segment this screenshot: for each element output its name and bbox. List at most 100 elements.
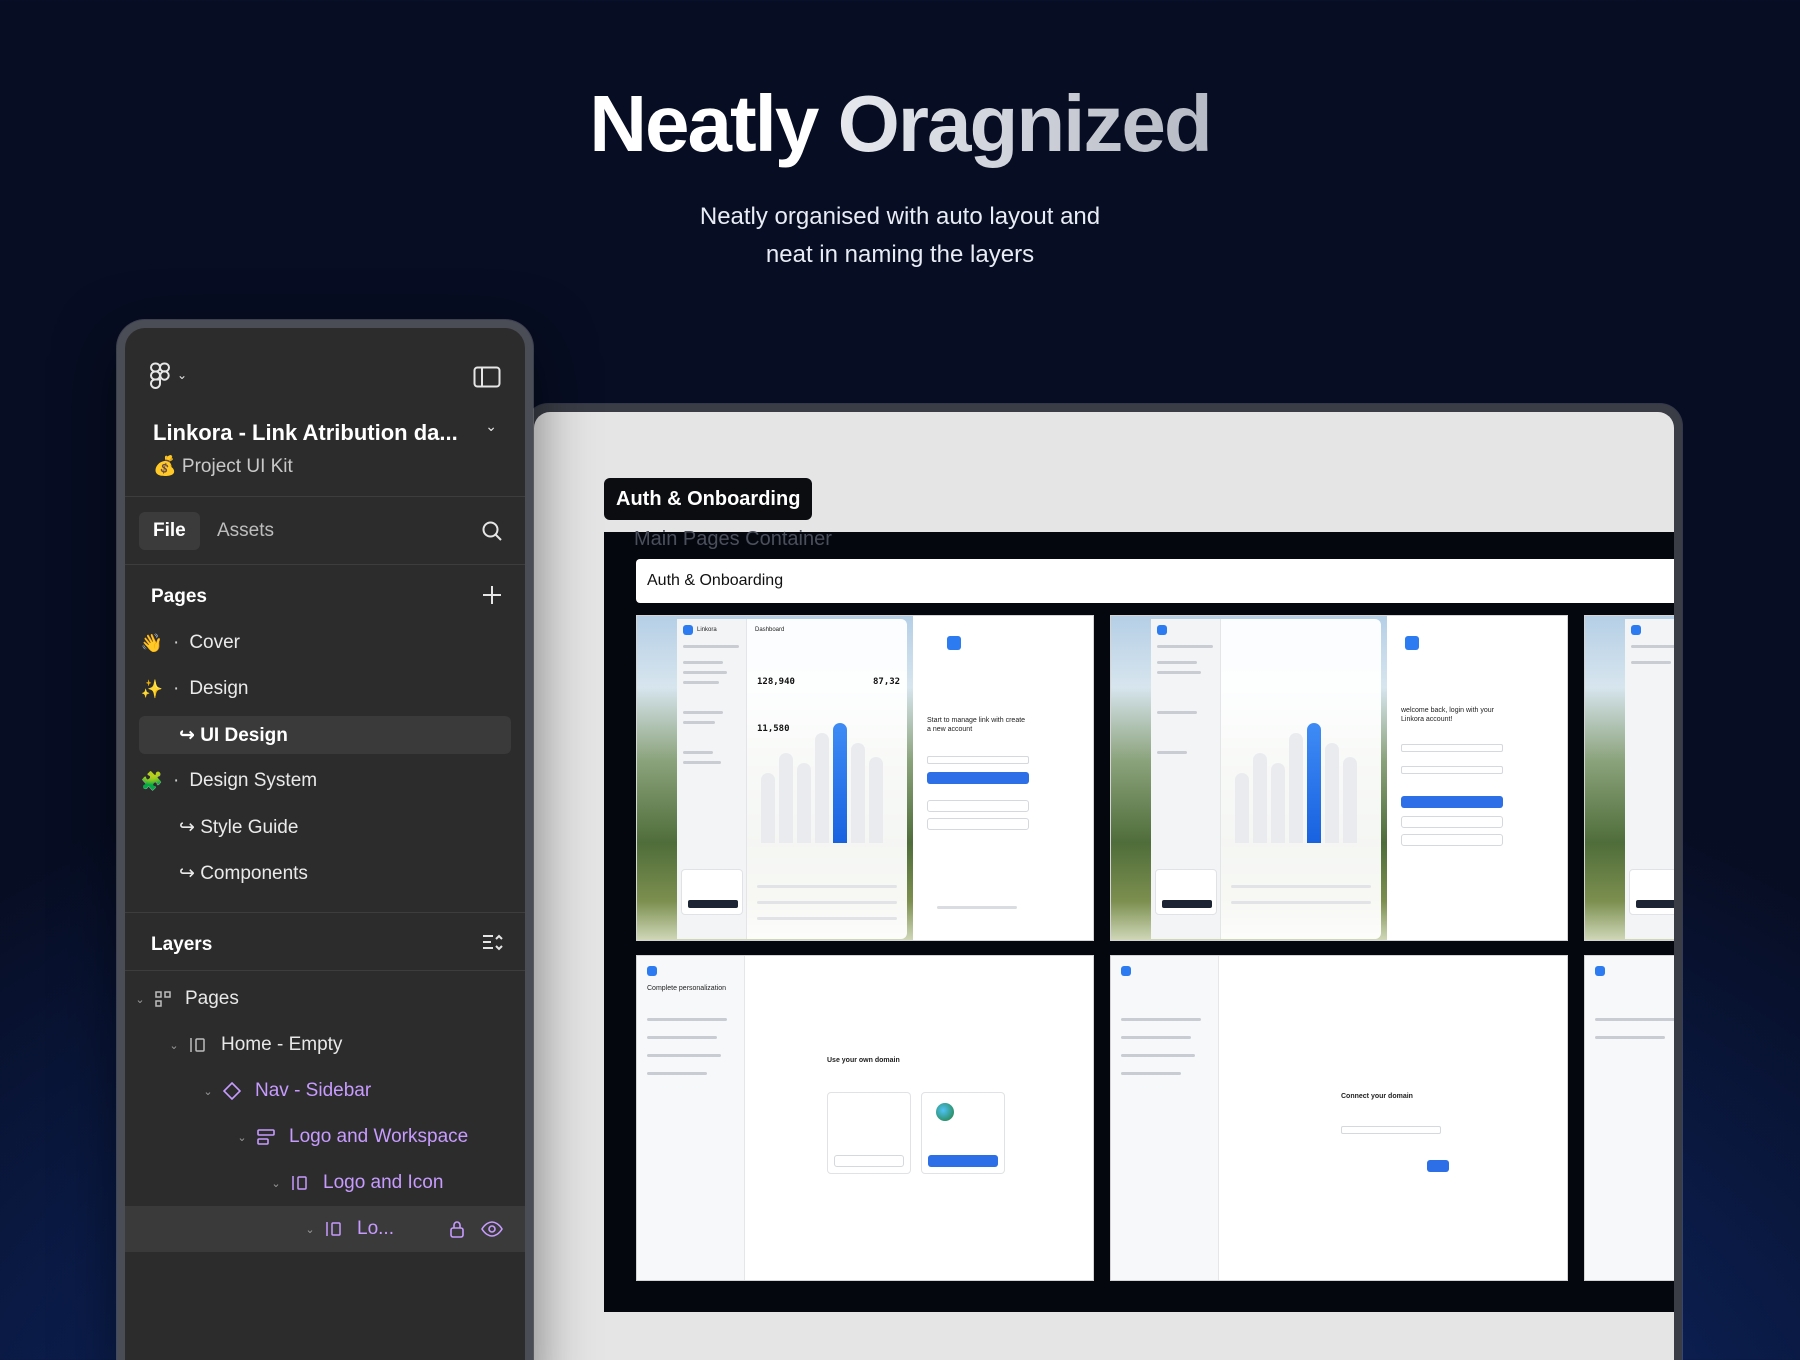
layer-label: Pages xyxy=(185,988,239,1009)
chevron-down-icon[interactable]: ⌄ xyxy=(485,418,497,435)
screen-partial-bottom[interactable] xyxy=(1584,955,1674,1281)
project-title[interactable]: Linkora - Link Atribution da... xyxy=(153,420,458,446)
page-label: ↪ Style Guide xyxy=(179,816,299,838)
figma-canvas[interactable]: Auth & Onboarding Main Pages Container A… xyxy=(534,412,1674,1360)
search-icon[interactable] xyxy=(481,520,503,542)
eye-icon[interactable] xyxy=(481,1221,503,1237)
domain-heading: Use your own domain xyxy=(827,1057,900,1064)
layer-home-empty[interactable]: ⌄ Home - Empty xyxy=(125,1022,525,1068)
canvas-window: Auth & Onboarding Main Pages Container A… xyxy=(526,404,1682,1360)
bullet: · xyxy=(173,678,180,699)
mini-brand: Linkora xyxy=(697,627,717,633)
tab-file[interactable]: File xyxy=(139,512,200,550)
logo-icon xyxy=(1631,625,1641,635)
container-label: Main Pages Container xyxy=(634,528,832,550)
layer-logo-and-icon[interactable]: ⌄ Logo and Icon xyxy=(125,1160,525,1206)
signup-form: Start to manage link with create a new a… xyxy=(927,616,1093,940)
hero-subtitle-line1: Neatly organised with auto layout and xyxy=(699,203,1101,230)
logo-icon xyxy=(1595,966,1605,976)
figma-logo-icon[interactable] xyxy=(149,362,171,390)
layer-logo[interactable]: ⌄ Lo... xyxy=(125,1206,525,1252)
puzzle-icon: 🧩 xyxy=(140,770,164,791)
sparkle-icon: ✨ xyxy=(140,678,164,699)
connect-heading: Connect your domain xyxy=(1341,1093,1413,1100)
chevron-down-icon[interactable]: ⌄ xyxy=(269,1177,283,1190)
frame-icon xyxy=(325,1221,343,1237)
layer-logo-and-workspace[interactable]: ⌄ Logo and Workspace xyxy=(125,1114,525,1160)
page-label: Design System xyxy=(189,770,318,791)
dashboard-preview: Linkora Dashboard 128,940 87,32 11,580 xyxy=(677,619,907,939)
personalization-sidebar xyxy=(1111,956,1219,1280)
mini-sidebar: Linkora xyxy=(677,619,747,939)
layer-nav-sidebar[interactable]: ⌄ Nav - Sidebar xyxy=(125,1068,525,1114)
screen-partial-top[interactable] xyxy=(1584,615,1674,941)
hero-title-part2: Oragnized xyxy=(837,79,1213,168)
page-components[interactable]: ↪ Components xyxy=(139,854,511,892)
layers-title: Layers xyxy=(151,934,213,955)
signup-heading: Start to manage link with create a new a… xyxy=(927,717,1026,733)
section-title-bar: Auth & Onboarding xyxy=(636,559,1674,603)
stat-orders: 87,32 xyxy=(873,677,901,687)
dashboard-preview xyxy=(1151,619,1381,939)
bullet: · xyxy=(173,632,180,653)
page-label: Design xyxy=(189,678,249,699)
chevron-down-icon[interactable]: ⌄ xyxy=(201,1085,215,1098)
pages-title: Pages xyxy=(151,586,207,607)
project-subtitle[interactable]: 💰 Project UI Kit xyxy=(153,454,293,478)
layer-pages[interactable]: ⌄ Pages xyxy=(125,976,525,1022)
screen-own-domain[interactable]: Complete personalization Use your own do… xyxy=(636,955,1094,1281)
layer-label: Logo and Icon xyxy=(323,1172,444,1193)
stat-clicks: 128,940 xyxy=(757,677,795,687)
screen-signup[interactable]: Linkora Dashboard 128,940 87,32 11,580 S… xyxy=(636,615,1094,941)
screen-connect-domain[interactable]: Connect your domain xyxy=(1110,955,1568,1281)
page-ui-design[interactable]: ↪ UI Design xyxy=(139,716,511,754)
sidebar-toggle-icon[interactable] xyxy=(473,366,501,388)
figma-panel-window: ⌄ Linkora - Link Atribution da... ⌄ 💰 Pr… xyxy=(117,320,533,1360)
page-label: Cover xyxy=(189,632,241,653)
page-cover[interactable]: 👋 · Cover xyxy=(139,624,511,662)
logo-icon xyxy=(1157,625,1167,635)
lock-icon[interactable] xyxy=(449,1219,465,1239)
add-page-icon[interactable] xyxy=(481,584,503,606)
page-label: ↪ UI Design xyxy=(179,724,288,746)
logo-icon xyxy=(1121,966,1131,976)
layer-label: Nav - Sidebar xyxy=(255,1080,372,1101)
logo-icon xyxy=(647,966,657,976)
main-pages-container[interactable]: Main Pages Container Auth & Onboarding L… xyxy=(604,528,1674,1312)
personalization-sidebar: Complete personalization xyxy=(637,956,745,1280)
section-icon xyxy=(155,991,171,1007)
hero-title: Neatly Oragnized xyxy=(0,78,1800,170)
chevron-down-icon[interactable]: ⌄ xyxy=(177,368,187,382)
screen-login[interactable]: welcome back, login with your Linkora ac… xyxy=(1110,615,1568,941)
logo-icon xyxy=(683,625,693,635)
chevron-down-icon[interactable]: ⌄ xyxy=(303,1223,317,1236)
page-label: ↪ Components xyxy=(179,862,308,884)
personalization-heading: Complete personalization xyxy=(647,985,726,992)
page-design[interactable]: ✨ · Design xyxy=(139,670,511,708)
chevron-down-icon[interactable]: ⌄ xyxy=(133,993,147,1006)
page-style-guide[interactable]: ↪ Style Guide xyxy=(139,808,511,846)
page-design-system[interactable]: 🧩 · Design System xyxy=(139,762,511,800)
logo-icon xyxy=(1405,636,1419,650)
login-form: welcome back, login with your Linkora ac… xyxy=(1401,616,1567,940)
chevron-down-icon[interactable]: ⌄ xyxy=(235,1131,249,1144)
hero-subtitle: Neatly organised with auto layout and ne… xyxy=(0,198,1800,274)
mini-sidebar xyxy=(1151,619,1221,939)
chevron-down-icon[interactable]: ⌄ xyxy=(167,1039,181,1052)
logo-icon xyxy=(947,636,961,650)
component-icon xyxy=(223,1082,241,1100)
mini-dashboard-label: Dashboard xyxy=(755,627,785,633)
bullet: · xyxy=(173,770,180,791)
frame-name-badge[interactable]: Auth & Onboarding xyxy=(604,478,813,520)
mini-sidebar xyxy=(1625,619,1674,939)
tab-assets[interactable]: Assets xyxy=(217,512,274,550)
option-card-own xyxy=(827,1092,911,1174)
wave-icon: 👋 xyxy=(140,632,164,653)
login-heading: welcome back, login with your Linkora ac… xyxy=(1401,707,1494,723)
hero-subtitle-line2: neat in naming the layers xyxy=(765,241,1035,268)
layer-label: Logo and Workspace xyxy=(289,1126,469,1147)
dashboard-preview xyxy=(1625,619,1674,939)
layer-label: Home - Empty xyxy=(221,1034,343,1055)
collapse-layers-icon[interactable] xyxy=(481,932,503,954)
hero-title-part1: Neatly xyxy=(589,79,819,168)
